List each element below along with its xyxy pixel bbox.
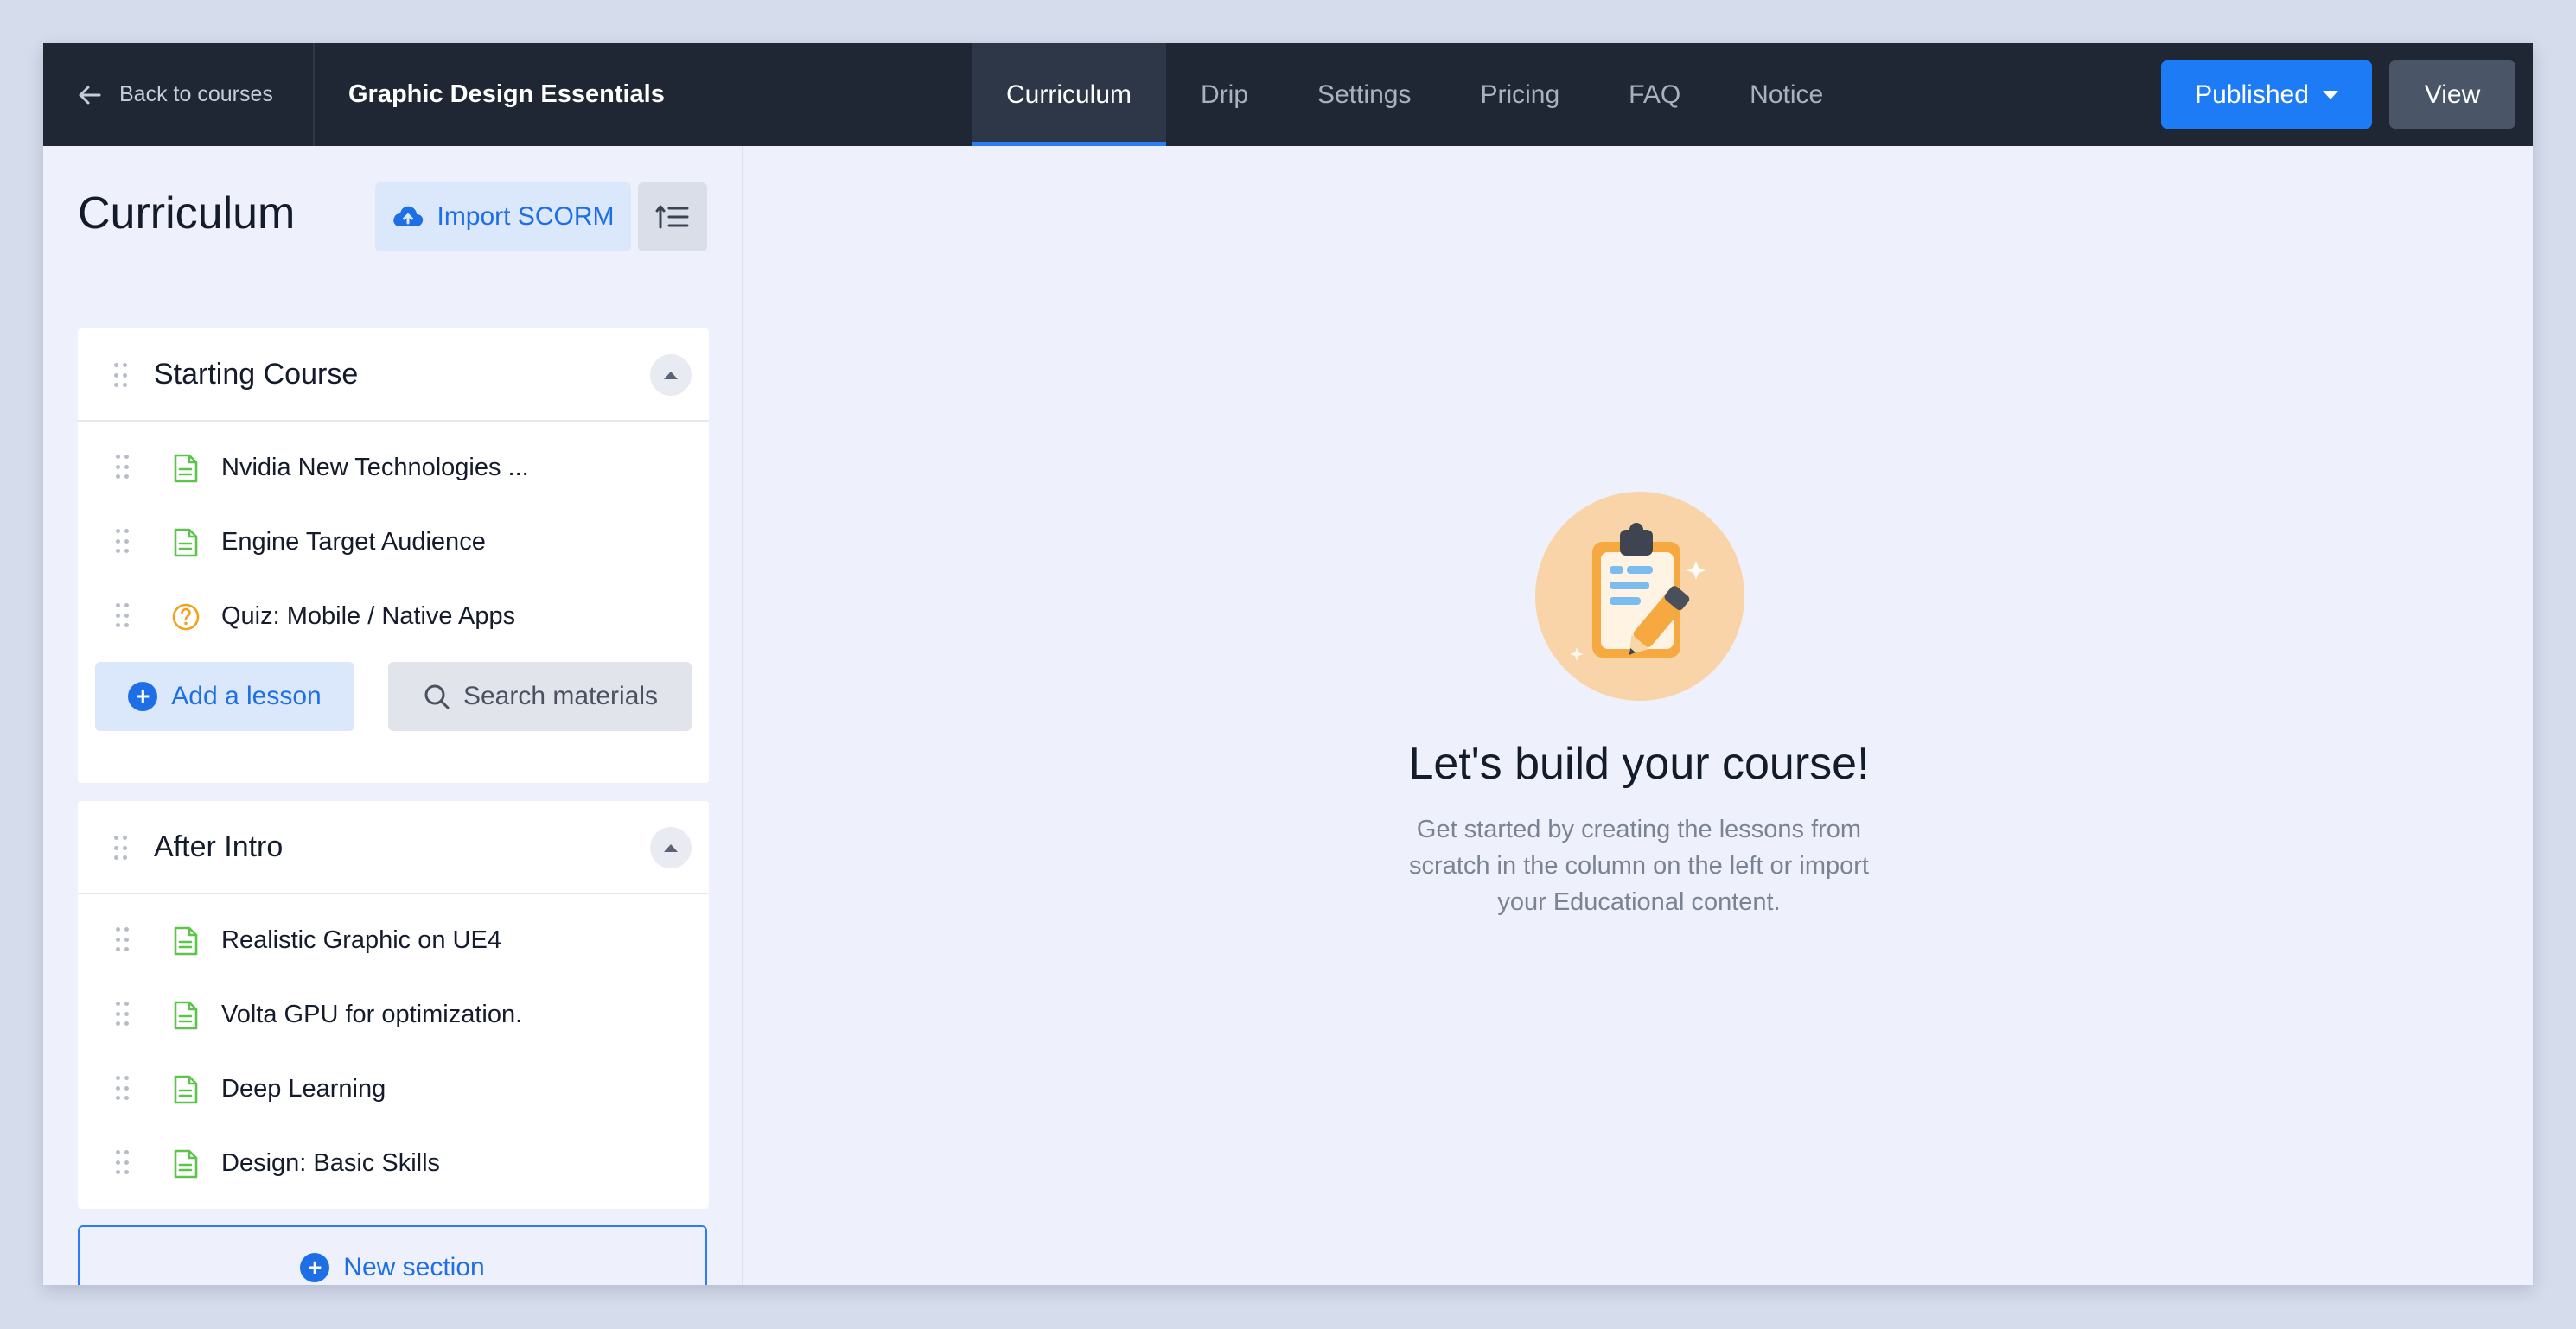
tab-label: Pricing (1480, 79, 1560, 109)
tab-label: Settings (1317, 79, 1412, 109)
lesson-item[interactable]: Nvidia New Technologies ... (78, 430, 709, 505)
tab-drip[interactable]: Drip (1166, 43, 1283, 146)
main-content: Let's build your course! Get started by … (745, 146, 2533, 1285)
chevron-up-icon (664, 843, 678, 852)
lesson-title: Volta GPU for optimization. (221, 1000, 523, 1028)
lesson-item[interactable]: Volta GPU for optimization. (78, 977, 709, 1052)
drag-handle-icon[interactable] (114, 363, 127, 389)
lesson-item[interactable]: Deep Learning (78, 1052, 709, 1126)
lesson-title: Engine Target Audience (221, 527, 486, 556)
new-section-button[interactable]: + New section (78, 1225, 707, 1285)
lesson-item[interactable]: Engine Target Audience (78, 505, 709, 579)
document-icon (174, 1149, 198, 1179)
drag-handle-icon[interactable] (116, 529, 129, 555)
status-label: Published (2195, 79, 2309, 109)
search-materials-button[interactable]: Search materials (388, 662, 692, 731)
tab-label: Curriculum (1006, 79, 1132, 109)
lesson-title: Quiz: Mobile / Native Apps (221, 601, 516, 630)
tab-bar: Curriculum Drip Settings Pricing FAQ Not… (972, 43, 1858, 146)
quiz-icon (172, 603, 200, 631)
plus-circle-icon: + (300, 1253, 330, 1282)
app-window: Back to courses Graphic Design Essential… (43, 43, 2533, 1285)
tab-label: Drip (1201, 79, 1249, 109)
section-title: Starting Course (154, 357, 359, 391)
import-scorm-button[interactable]: Import SCORM (375, 182, 631, 251)
section-title: After Intro (154, 830, 284, 863)
document-icon (174, 1075, 198, 1104)
collapse-button[interactable] (650, 827, 692, 868)
drag-handle-icon[interactable] (116, 1002, 129, 1027)
drag-handle-icon[interactable] (116, 1150, 129, 1176)
lesson-title: Nvidia New Technologies ... (221, 453, 529, 481)
divider (313, 43, 315, 146)
lesson-title: Deep Learning (221, 1074, 386, 1103)
arrow-left-icon (79, 86, 101, 104)
drag-handle-icon[interactable] (116, 1076, 129, 1102)
lesson-title: Design: Basic Skills (221, 1148, 441, 1177)
lesson-item[interactable]: Realistic Graphic on UE4 (78, 903, 709, 977)
sort-list-icon (655, 205, 689, 229)
search-icon (424, 684, 450, 709)
clipboard-icon (1570, 523, 1706, 661)
drag-handle-icon[interactable] (116, 927, 129, 953)
document-icon (174, 926, 198, 956)
document-icon (174, 1001, 198, 1030)
import-label: Import SCORM (437, 202, 615, 231)
back-to-courses-link[interactable]: Back to courses (43, 43, 313, 146)
drag-handle-icon[interactable] (114, 836, 127, 862)
lesson-item[interactable]: Design: Basic Skills (78, 1126, 709, 1200)
tab-pricing[interactable]: Pricing (1445, 43, 1594, 146)
document-icon (174, 454, 198, 483)
drag-handle-icon[interactable] (116, 603, 129, 629)
lesson-item[interactable]: Quiz: Mobile / Native Apps (78, 579, 709, 653)
section-after-intro: After Intro Realistic Graphic on UE4 Vol… (78, 801, 709, 1209)
tab-notice[interactable]: Notice (1715, 43, 1858, 146)
section-starting-course: Starting Course Nvidia New Technologies … (78, 328, 709, 783)
cloud-upload-icon (393, 206, 424, 226)
empty-state-title: Let's build your course! (1408, 739, 1870, 789)
tab-curriculum[interactable]: Curriculum (972, 43, 1167, 146)
document-icon (174, 528, 198, 557)
view-button[interactable]: View (2389, 60, 2515, 129)
add-lesson-button[interactable]: + Add a lesson (95, 662, 354, 731)
add-lesson-label: Add a lesson (171, 682, 322, 710)
plus-circle-icon: + (128, 682, 158, 711)
caret-down-icon (2322, 90, 2338, 99)
clipboard-illustration (1535, 492, 1744, 701)
tab-label: FAQ (1629, 79, 1681, 109)
tab-label: Notice (1750, 79, 1824, 109)
empty-state-description: Get started by creating the lessons from… (1409, 816, 1869, 916)
tab-faq[interactable]: FAQ (1594, 43, 1715, 146)
drag-handle-icon[interactable] (116, 455, 129, 480)
tab-settings[interactable]: Settings (1283, 43, 1445, 146)
published-status-dropdown[interactable]: Published (2161, 60, 2372, 129)
section-actions: + Add a lesson Search materials (95, 662, 692, 731)
chevron-up-icon (664, 371, 678, 379)
curriculum-sidebar: Curriculum Import SCORM Starting Course (43, 146, 743, 1285)
search-materials-label: Search materials (462, 682, 659, 710)
sort-button[interactable] (638, 182, 707, 251)
section-header: After Intro (78, 801, 709, 894)
collapse-button[interactable] (650, 354, 692, 396)
section-header: Starting Course (78, 328, 709, 422)
lesson-title: Realistic Graphic on UE4 (221, 925, 501, 954)
top-bar: Back to courses Graphic Design Essential… (43, 43, 2533, 146)
back-label: Back to courses (119, 82, 273, 106)
new-section-label: New section (343, 1253, 485, 1281)
sidebar-title: Curriculum (78, 188, 296, 238)
course-title: Graphic Design Essentials (348, 80, 665, 108)
